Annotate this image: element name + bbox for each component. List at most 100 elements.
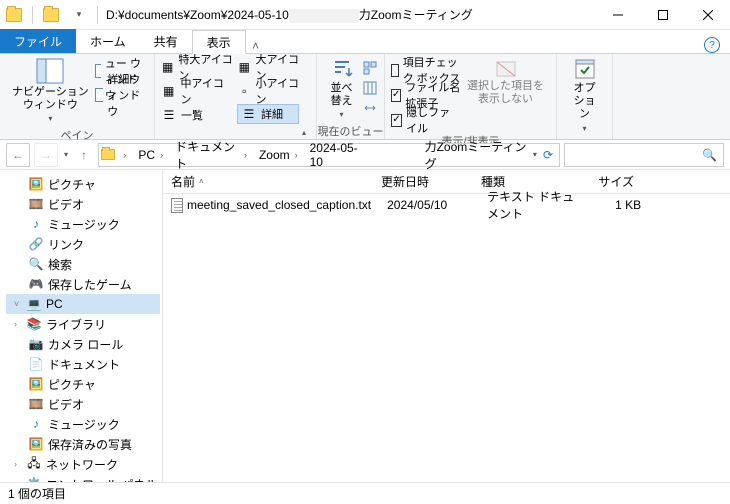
titlebar: ▾ D:¥documents¥Zoom¥2024-05-10力Zoomミーティン… — [0, 0, 730, 30]
back-button[interactable]: ← — [6, 143, 30, 167]
address-folder-icon — [101, 147, 115, 163]
controlpanel-icon: ⚙️ — [26, 476, 42, 482]
tree-view[interactable]: 🖼️ピクチャ 🎞️ビデオ ♪ミュージック 🔗リンク 🔍検索 🎮保存したゲーム ˅… — [0, 170, 163, 482]
icon-l-icon: ▦ — [237, 59, 252, 75]
pictures2-icon: 🖼️ — [28, 376, 44, 392]
refresh-button[interactable]: ⟳ — [543, 148, 553, 162]
group-currentview-label: 現在のビュー — [317, 121, 384, 142]
hide-selected-icon — [495, 58, 517, 78]
minimize-button[interactable] — [595, 0, 640, 30]
qat-dropdown[interactable]: ▾ — [65, 9, 93, 20]
col-name[interactable]: 名前˄ — [163, 170, 373, 193]
documents-icon: 📄 — [28, 356, 44, 372]
savedpics-icon: 🖼️ — [28, 436, 44, 452]
sort-asc-icon: ˄ — [199, 177, 204, 186]
navigation-row: ← → ▾ ↑ › PC› ドキュメント› Zoom› 2024-05-10力Z… — [0, 140, 730, 170]
crumb-date[interactable]: 2024-05-10力Zoomミーティング — [306, 144, 531, 166]
address-dropdown[interactable]: ▾ — [533, 150, 537, 159]
pictures-icon: 🖼️ — [28, 176, 44, 192]
tab-file[interactable]: ファイル — [0, 29, 76, 53]
hide-selected-button[interactable]: 選択した項目を 表示しない — [461, 56, 550, 108]
tab-home[interactable]: ホーム — [76, 29, 140, 53]
navigation-pane-button[interactable]: ナビゲーション ウィンドウ ▾ — [6, 56, 95, 125]
tree-pictures2[interactable]: 🖼️ピクチャ — [6, 374, 160, 394]
tree-savedgames[interactable]: 🎮保存したゲーム — [6, 274, 160, 294]
layout-medium[interactable]: ▦中アイコン — [161, 80, 233, 102]
sort-button[interactable]: 並べ替え ▾ — [323, 56, 360, 121]
tree-pc[interactable]: ˅💻PC — [6, 294, 160, 314]
savedgames-icon: 🎮 — [28, 276, 44, 292]
videos-icon: 🎞️ — [28, 196, 44, 212]
icon-list-icon: ☰ — [161, 107, 177, 123]
col-date[interactable]: 更新日時 — [373, 170, 473, 193]
checkbox-file-ext[interactable]: ✓ファイル名拡張子 — [391, 84, 461, 106]
column-headers: 名前˄ 更新日時 種類 サイズ — [163, 170, 730, 194]
details-pane-button[interactable]: 詳細ウィンドウ — [95, 84, 148, 106]
videos2-icon: 🎞️ — [28, 396, 44, 412]
tree-documents[interactable]: 📄ドキュメント — [6, 354, 160, 374]
crumb-zoom[interactable]: Zoom› — [255, 144, 304, 166]
layout-list[interactable]: ☰一覧 — [161, 104, 233, 126]
tree-links[interactable]: 🔗リンク — [6, 234, 160, 254]
status-text: 1 個の項目 — [8, 485, 66, 502]
close-button[interactable] — [685, 0, 730, 30]
ribbon-tabs: ファイル ホーム 共有 表示 ˄ ? — [0, 30, 730, 54]
ribbon: ナビゲーション ウィンドウ ▾ プレビュー ウィンドウ 詳細ウィンドウ ペイン … — [0, 54, 730, 140]
tree-videos[interactable]: 🎞️ビデオ — [6, 194, 160, 214]
music-icon: ♪ — [28, 216, 44, 232]
icon-s-icon: ▫ — [237, 83, 252, 99]
tree-videos2[interactable]: 🎞️ビデオ — [6, 394, 160, 414]
icon-xl-icon: ▦ — [161, 59, 174, 75]
forward-button[interactable]: → — [34, 143, 58, 167]
checkbox-item-check[interactable]: 項目チェック ボックス — [391, 59, 461, 81]
links-icon: 🔗 — [28, 236, 44, 252]
details-pane-icon — [95, 88, 103, 102]
tree-libraries[interactable]: ›📚ライブラリ — [6, 314, 160, 334]
tree-network[interactable]: ›🖧ネットワーク — [6, 454, 160, 474]
options-icon — [573, 58, 597, 80]
preview-pane-icon — [95, 64, 101, 78]
group-by-icon[interactable] — [362, 60, 378, 76]
file-row[interactable]: meeting_saved_closed_caption.txt 2024/05… — [163, 194, 730, 216]
recent-dropdown[interactable]: ▾ — [62, 150, 70, 159]
search-box[interactable]: 🔍 — [564, 143, 724, 167]
qat-icon[interactable] — [37, 8, 65, 22]
maximize-button[interactable] — [640, 0, 685, 30]
tree-music2[interactable]: ♪ミュージック — [6, 414, 160, 434]
tree-cameraroll[interactable]: 📷カメラ ロール — [6, 334, 160, 354]
layout-details[interactable]: ☰詳細 — [237, 104, 299, 124]
help-icon[interactable]: ? — [704, 37, 720, 53]
ribbon-collapse-icon[interactable]: ˄ — [246, 39, 266, 53]
col-size[interactable]: サイズ — [583, 170, 643, 193]
tree-search[interactable]: 🔍検索 — [6, 254, 160, 274]
window-title: D:¥documents¥Zoom¥2024-05-10力Zoomミーティング — [102, 6, 595, 23]
music2-icon: ♪ — [28, 416, 44, 432]
tree-music[interactable]: ♪ミュージック — [6, 214, 160, 234]
network-icon: 🖧 — [26, 456, 42, 472]
tree-savedpics[interactable]: 🖼️保存済みの写真 — [6, 434, 160, 454]
search-icon: 🔍 — [702, 148, 717, 162]
layout-small[interactable]: ▫小アイコン — [237, 80, 305, 102]
checkbox-hidden-files[interactable]: ✓隠しファイル — [391, 109, 461, 131]
up-button[interactable]: ↑ — [74, 143, 94, 167]
pc-icon: 💻 — [26, 296, 42, 312]
text-file-icon — [171, 198, 183, 213]
search-folder-icon: 🔍 — [28, 256, 44, 272]
status-bar: 1 個の項目 — [0, 482, 730, 504]
crumb-pc[interactable]: PC› — [134, 144, 169, 166]
add-columns-icon[interactable] — [362, 80, 378, 96]
tree-pictures[interactable]: 🖼️ピクチャ — [6, 174, 160, 194]
size-columns-icon[interactable] — [362, 100, 378, 116]
sort-icon — [331, 58, 353, 80]
address-bar[interactable]: › PC› ドキュメント› Zoom› 2024-05-10力Zoomミーティン… — [98, 143, 560, 167]
layout-scroll-up-icon[interactable]: ▴ — [302, 128, 310, 137]
window-icon-folder — [0, 8, 28, 22]
crumb-documents[interactable]: ドキュメント› — [171, 144, 253, 166]
tab-view[interactable]: 表示 — [192, 30, 246, 54]
options-button[interactable]: オプション ▾ — [563, 56, 606, 135]
tree-controlpanel[interactable]: ›⚙️コントロール パネル — [6, 474, 160, 482]
icon-m-icon: ▦ — [161, 83, 176, 99]
tab-share[interactable]: 共有 — [140, 29, 192, 53]
icon-details-icon: ☰ — [241, 106, 257, 122]
file-list[interactable]: 名前˄ 更新日時 種類 サイズ meeting_saved_closed_cap… — [163, 170, 730, 482]
